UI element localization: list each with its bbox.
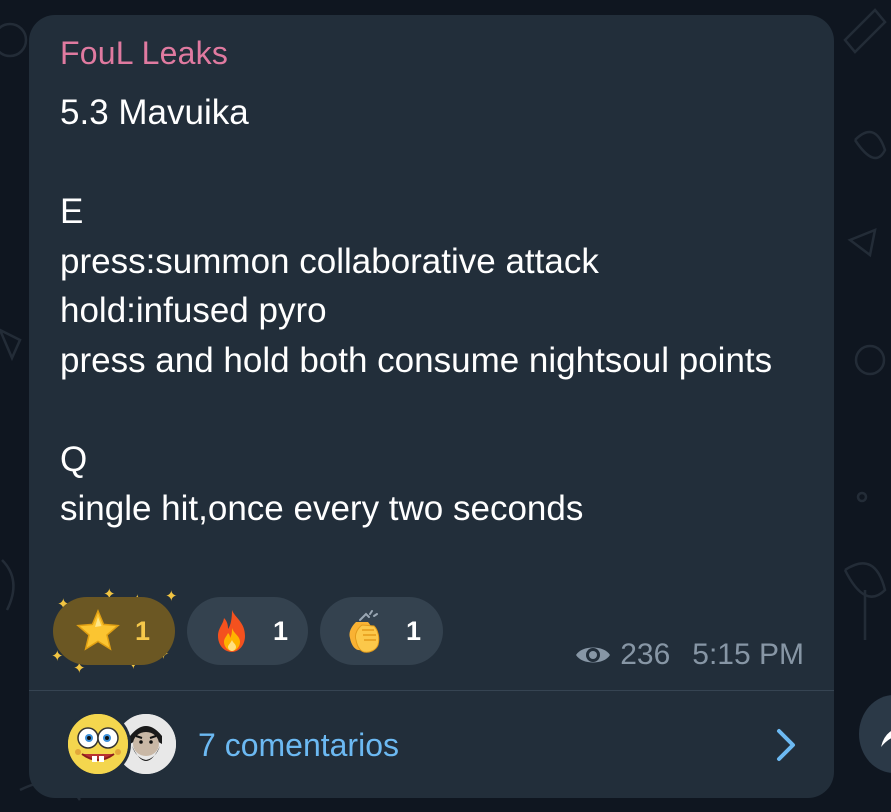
commenter-avatar bbox=[65, 711, 131, 777]
sender-name[interactable]: FouL Leaks bbox=[60, 35, 228, 72]
reaction-count: 1 bbox=[135, 615, 151, 646]
comments-count-label: 7 comentarios bbox=[198, 727, 399, 763]
share-arrow-icon bbox=[881, 731, 891, 747]
message-text: 5.3 Mavuika E press:summon collaborative… bbox=[60, 93, 773, 528]
message-meta: 236 5:15 PM bbox=[574, 638, 804, 672]
chevron-right-icon bbox=[777, 729, 795, 761]
reaction-star[interactable]: 1 bbox=[53, 597, 175, 665]
fire-emoji-icon bbox=[218, 610, 245, 652]
views-eye-icon bbox=[576, 647, 611, 663]
reaction-count: 1 bbox=[273, 615, 289, 646]
sparkle-icon: ✦ bbox=[165, 588, 178, 605]
star-emoji-icon bbox=[76, 609, 120, 651]
reaction-clapping-hands[interactable]: 1 bbox=[320, 597, 443, 665]
comments-button[interactable]: 7 comentarios bbox=[29, 691, 834, 798]
views-count: 236 bbox=[620, 638, 671, 671]
reaction-count: 1 bbox=[406, 615, 422, 646]
reaction-fire[interactable]: 1 bbox=[187, 597, 308, 665]
share-button[interactable] bbox=[859, 695, 891, 773]
clapping-hands-emoji-icon bbox=[349, 610, 380, 653]
message-time: 5:15 PM bbox=[692, 638, 804, 671]
spongebob-avatar-icon bbox=[68, 714, 128, 774]
channel-message-bubble[interactable]: FouL Leaks 5.3 Mavuika E press:summon co… bbox=[29, 15, 834, 798]
